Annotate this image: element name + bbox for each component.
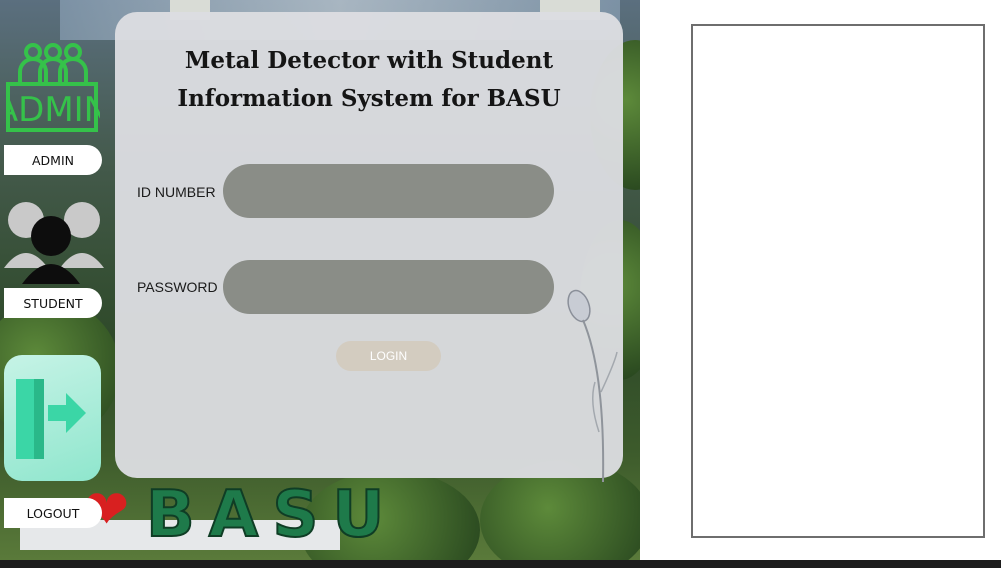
login-panel: Metal Detector with Student Information … bbox=[115, 12, 623, 482]
id-number-input[interactable] bbox=[223, 164, 554, 218]
app-window: ❤ BASU ADMIN ADMIN STUDENT LOGOUT Metal … bbox=[0, 0, 1001, 568]
bottom-edge bbox=[0, 560, 1001, 568]
admin-button-label: ADMIN bbox=[32, 152, 74, 168]
id-number-label: ID NUMBER bbox=[137, 184, 216, 200]
info-display-box bbox=[691, 24, 985, 538]
flower-decoration-icon bbox=[567, 289, 618, 482]
student-button[interactable]: STUDENT bbox=[4, 288, 102, 318]
login-button[interactable]: LOGIN bbox=[336, 341, 441, 371]
page-title: Metal Detector with Student Information … bbox=[177, 47, 561, 112]
logout-button-label: LOGOUT bbox=[26, 505, 80, 521]
basu-sign: BASU bbox=[145, 477, 399, 553]
admin-icon[interactable]: ADMIN bbox=[6, 42, 100, 132]
admin-button[interactable]: ADMIN bbox=[4, 145, 102, 175]
password-input[interactable] bbox=[223, 260, 554, 314]
student-icon[interactable] bbox=[4, 198, 104, 288]
logout-button[interactable]: LOGOUT bbox=[4, 498, 102, 528]
svg-text:ADMIN: ADMIN bbox=[6, 90, 100, 130]
exit-door-icon bbox=[16, 379, 86, 459]
student-button-label: STUDENT bbox=[23, 295, 83, 311]
logout-tile[interactable] bbox=[4, 355, 101, 481]
password-label: PASSWORD bbox=[137, 279, 218, 295]
